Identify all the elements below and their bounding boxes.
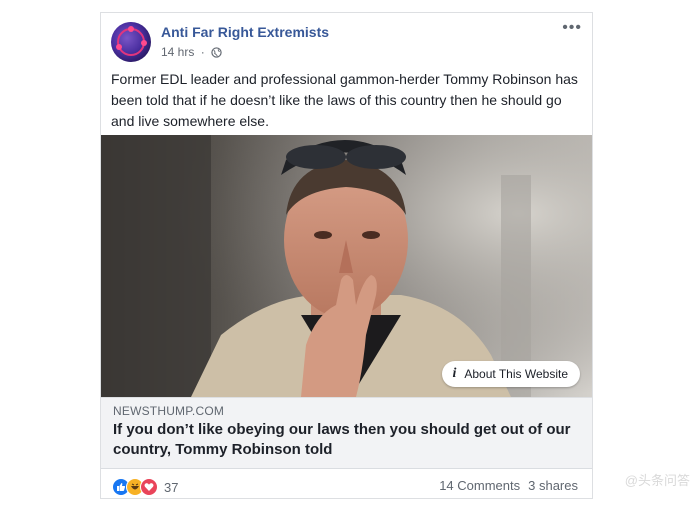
globe-icon[interactable] — [211, 47, 222, 58]
post-card: Anti Far Right Extremists 14 hrs · ••• F… — [100, 12, 593, 499]
post-footer: 37 14 Comments 3 shares — [101, 468, 592, 499]
meta-separator: · — [200, 45, 205, 59]
link-headline[interactable]: If you don’t like obeying our laws then … — [113, 420, 573, 460]
avatar-dot — [128, 26, 134, 32]
page-name-link[interactable]: Anti Far Right Extremists — [161, 24, 329, 40]
post-time[interactable]: 14 hrs — [161, 45, 194, 59]
info-icon: i — [452, 366, 457, 381]
more-options-icon[interactable]: ••• — [562, 20, 582, 36]
shares-count-link[interactable]: 3 shares — [528, 478, 578, 493]
post-meta: 14 hrs · — [161, 45, 222, 59]
photo-illustration — [101, 135, 592, 397]
comments-count-link[interactable]: 14 Comments — [439, 478, 520, 493]
link-preview-box[interactable]: NEWSTHUMP.COM If you don’t like obeying … — [101, 397, 592, 468]
avatar-dot — [141, 40, 147, 46]
page-avatar[interactable] — [111, 22, 151, 62]
watermark: @头条问答 — [624, 473, 690, 488]
about-website-label: About This Website — [464, 367, 568, 381]
post-header: Anti Far Right Extremists 14 hrs · ••• — [111, 20, 582, 66]
reaction-count: 37 — [164, 479, 179, 495]
link-preview-image[interactable]: i About This Website — [101, 135, 592, 397]
about-website-button[interactable]: i About This Website — [442, 361, 580, 387]
link-domain: NEWSTHUMP.COM — [113, 404, 225, 418]
reactions-summary[interactable]: 37 — [112, 478, 178, 496]
avatar-dot — [116, 44, 122, 50]
post-text: Former EDL leader and professional gammo… — [111, 71, 578, 129]
love-reaction-icon — [140, 478, 158, 496]
engagement-stats: 14 Comments 3 shares — [439, 478, 578, 493]
